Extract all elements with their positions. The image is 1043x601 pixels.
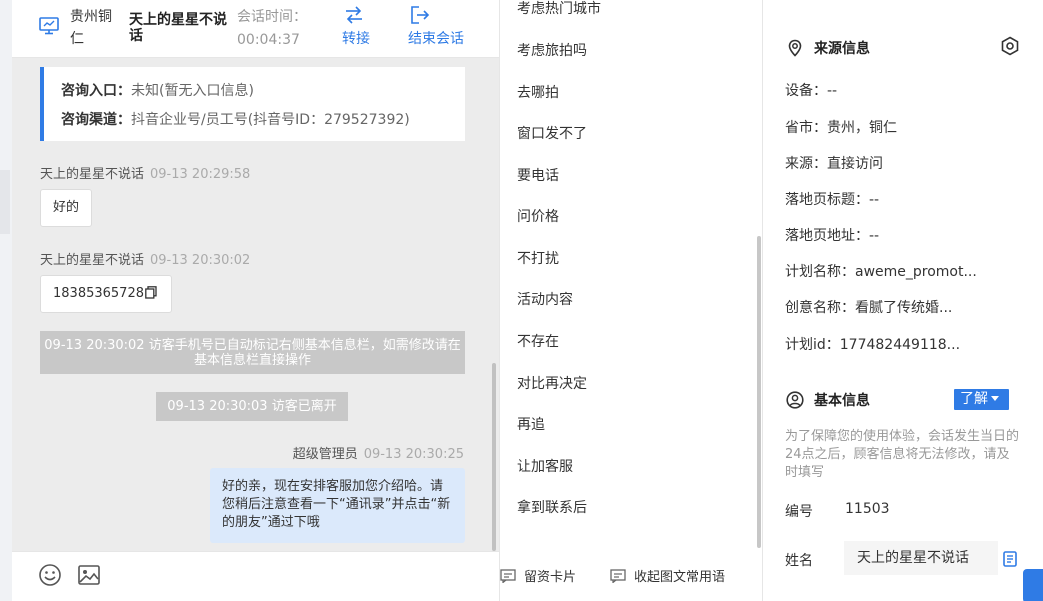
agent-sender: 超级管理员: [292, 447, 358, 462]
lead-card-button[interactable]: 留资卡片: [500, 566, 576, 585]
lead-card-label: 留资卡片: [524, 570, 577, 585]
plan-name-field: 计划名称：aweme_promot...: [785, 264, 977, 280]
visitor-location: 贵州铜仁: [70, 9, 112, 47]
transfer-label: 转接: [342, 31, 370, 47]
collapse-phrases-button[interactable]: 收起图文常用语: [610, 566, 725, 585]
copy-icon[interactable]: [145, 286, 157, 299]
phrase-item[interactable]: 再追: [517, 414, 545, 434]
chat-header: 贵州铜仁 天上的星星不说话 会话时间： 00:04:37 转接 结束会话: [12, 0, 499, 58]
image-icon[interactable]: [77, 563, 101, 587]
session-time-label: 会话时间：: [237, 9, 307, 25]
phrase-item[interactable]: 拿到联系后: [517, 497, 587, 517]
chat-workspace: 贵州铜仁 天上的星星不说话 会话时间： 00:04:37 转接 结束会话 咨询入…: [0, 0, 1043, 601]
message-sender: 天上的星星不说话: [40, 253, 145, 268]
creative-name-field: 创意名称：看腻了传统婚...: [785, 300, 953, 316]
copy-icon[interactable]: [1003, 551, 1017, 567]
phrase-item[interactable]: 窗口发不了: [517, 123, 587, 143]
channel-value: 抖音企业号/员工号(抖音号ID：279527392): [131, 112, 410, 128]
visitor-message-bubble: 好的: [40, 189, 93, 227]
basic-info-label: 基本信息: [814, 393, 870, 409]
customer-info-panel: 来源信息 设备：-- 省市：贵州，铜仁 来源：直接访问 落地页标题：-- 落地页…: [763, 0, 1043, 601]
id-label: 编号: [785, 504, 813, 520]
chat-input-toolbar: [12, 551, 499, 601]
user-circle-icon: [786, 391, 804, 409]
message-sender: 天上的星星不说话: [40, 167, 145, 182]
location-pin-icon: [788, 39, 802, 57]
phrase-footer: 留资卡片 收起图文常用语: [500, 556, 762, 596]
transfer-button[interactable]: 转接: [342, 4, 370, 50]
chat-panel: 贵州铜仁 天上的星星不说话 会话时间： 00:04:37 转接 结束会话 咨询入…: [12, 0, 499, 601]
source-field: 来源：直接访问: [785, 156, 883, 172]
plan-id-field: 计划id：177482449118...: [785, 337, 961, 353]
consult-info-card: 咨询入口：未知(暂无入口信息) 咨询渠道：抖音企业号/员工号(抖音号ID：279…: [40, 67, 465, 141]
entry-row: 咨询入口：未知(暂无入口信息): [61, 77, 465, 106]
agent-message-bubble: 好的亲，现在安排客服加您介绍哈。请您稍后注意查看一下“通讯录”并点击“新的朋友”…: [210, 468, 465, 543]
name-input[interactable]: 天上的星星不说话: [844, 541, 998, 575]
device-field: 设备：--: [785, 83, 838, 99]
entry-key: 咨询入口：: [61, 83, 131, 99]
message-text: 18385365728: [53, 286, 144, 301]
logout-icon: [411, 6, 430, 24]
message-meta: 天上的星星不说话 09-13 20:30:02: [40, 249, 250, 268]
phrase-item[interactable]: 考虑热门城市: [517, 0, 601, 18]
learn-more-dropdown[interactable]: 了解: [954, 389, 1009, 410]
phrase-item[interactable]: 要电话: [517, 165, 559, 185]
settings-hex-icon[interactable]: [1000, 36, 1020, 56]
end-session-button[interactable]: 结束会话: [408, 4, 464, 50]
collapse-phrases-label: 收起图文常用语: [634, 570, 726, 585]
name-label: 姓名: [785, 553, 813, 569]
left-gutter: [0, 0, 12, 601]
message-time: 09-13 20:30:02: [150, 253, 251, 268]
channel-key: 咨询渠道：: [61, 112, 131, 128]
caret-down-icon: [991, 396, 999, 401]
message-meta: 天上的星星不说话 09-13 20:29:58: [40, 163, 250, 182]
visitor-name: 天上的星星不说话: [129, 12, 227, 44]
phrase-item[interactable]: 对比再决定: [517, 373, 587, 393]
id-value: 11503: [845, 501, 890, 517]
agent-message-meta: 超级管理员 09-13 20:30:25: [293, 443, 464, 462]
phrase-scrollbar[interactable]: [757, 236, 761, 548]
end-session-label: 结束会话: [408, 31, 464, 47]
monitor-icon: [39, 17, 59, 35]
visitor-message-bubble: 18385365728: [40, 275, 172, 313]
phrase-item[interactable]: 让加客服: [517, 456, 573, 476]
message-icon: [500, 569, 516, 583]
phrase-item[interactable]: 考虑旅拍吗: [517, 40, 587, 60]
phrase-item[interactable]: 活动内容: [517, 289, 573, 309]
transfer-icon: [346, 6, 362, 24]
basic-info-title: 基本信息: [786, 390, 870, 410]
phrase-item[interactable]: 去哪拍: [517, 82, 559, 102]
phrase-item[interactable]: 问价格: [517, 206, 559, 226]
phrase-item[interactable]: 不打扰: [517, 248, 559, 268]
system-notice: 09-13 20:30:03 访客已离开: [156, 392, 348, 421]
landing-title-field: 落地页标题：--: [785, 192, 880, 208]
message-text: 好的: [53, 200, 80, 215]
phrase-item[interactable]: 不存在: [517, 331, 559, 351]
edit-notice: 为了保障您的使用体验，会话发生当日的24点之后，顾客信息将无法修改，请及时填写: [785, 429, 1020, 480]
message-icon: [610, 569, 626, 583]
entry-value: 未知(暂无入口信息): [131, 83, 254, 99]
quick-phrase-panel: 考虑热门城市 考虑旅拍吗 去哪拍 窗口发不了 要电话 问价格 不打扰 活动内容 …: [499, 0, 763, 601]
message-time: 09-13 20:29:58: [150, 167, 251, 182]
chat-scrollbar[interactable]: [492, 363, 496, 551]
system-notice: 09-13 20:30:02 访客手机号已自动标记右侧基本信息栏，如需修改请在基…: [40, 331, 465, 374]
gutter-marker: [0, 170, 10, 234]
agent-time: 09-13 20:30:25: [363, 447, 464, 462]
source-info-label: 来源信息: [814, 41, 870, 57]
learn-more-label: 了解: [960, 391, 988, 407]
source-info-title: 来源信息: [786, 38, 870, 58]
channel-row: 咨询渠道：抖音企业号/员工号(抖音号ID：279527392): [61, 106, 465, 135]
floating-chat-button[interactable]: [1023, 569, 1043, 601]
province-city-field: 省市：贵州，铜仁: [785, 120, 897, 136]
emoji-icon[interactable]: [38, 563, 62, 587]
session-time-value: 00:04:37: [237, 32, 300, 48]
landing-url-field: 落地页地址：--: [785, 228, 880, 244]
